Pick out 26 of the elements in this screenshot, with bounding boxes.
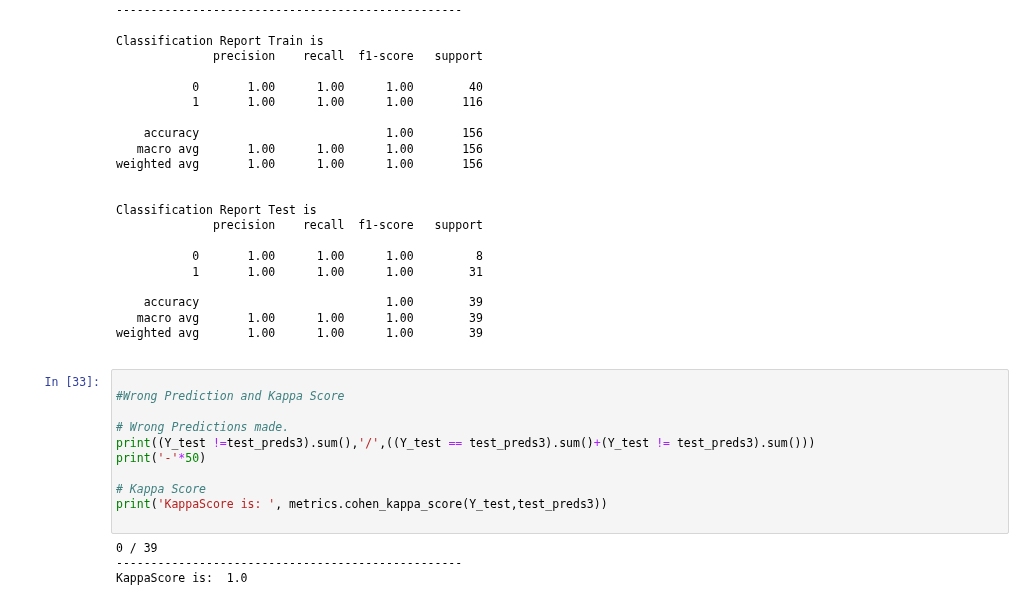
output-line: KappaScore is: 1.0 <box>116 571 249 587</box>
code-line: print((Y_test !=test_preds3).sum(),'/',((Y_test == test_preds3).sum()+(Y_test != test_preds3).sum())) <box>116 435 817 451</box>
output-line: 0 / 39 <box>116 540 159 556</box>
report-row-text: 1 1.00 1.00 1.00 31 <box>191 264 484 281</box>
input-prompt: In [33]: <box>43 374 101 385</box>
code-line: print('-'*50) <box>116 450 208 467</box>
report-row-text: accuracy 1.00 39 <box>142 295 484 311</box>
report-title: Classification Report Train is <box>116 33 325 50</box>
code-line: # Kappa Score <box>116 481 207 498</box>
output-line: -------------------------------------------------- <box>116 3 464 19</box>
report-header: precision recall f1-score support <box>211 49 484 65</box>
code-line: # Wrong Predictions made. <box>116 420 291 436</box>
report-row-text: 1 1.00 1.00 1.00 116 <box>191 95 484 111</box>
report-row-text: weighted avg 1.00 1.00 1.00 156 <box>116 156 484 173</box>
report-row-text: macro avg 1.00 1.00 1.00 156 <box>135 141 484 157</box>
report-row-text: weighted avg 1.00 1.00 1.00 39 <box>116 326 484 342</box>
report-row-text: accuracy 1.00 156 <box>142 126 484 142</box>
code-input[interactable] <box>111 369 1009 534</box>
code-line: print('KappaScore is: ', metrics.cohen_kappa_score(Y_test,test_preds3)) <box>116 497 609 513</box>
report-header: precision recall f1-score support <box>211 218 484 234</box>
report-row-text: 0 1.00 1.00 1.00 8 <box>191 249 484 265</box>
report-title: Classification Report Test is <box>116 203 318 219</box>
output-line: -------------------------------------------------- <box>116 555 464 572</box>
report-row-text: 0 1.00 1.00 1.00 40 <box>191 79 484 96</box>
code-line: #Wrong Prediction and Kappa Score <box>116 389 346 405</box>
report-row-text: macro avg 1.00 1.00 1.00 39 <box>135 310 484 327</box>
